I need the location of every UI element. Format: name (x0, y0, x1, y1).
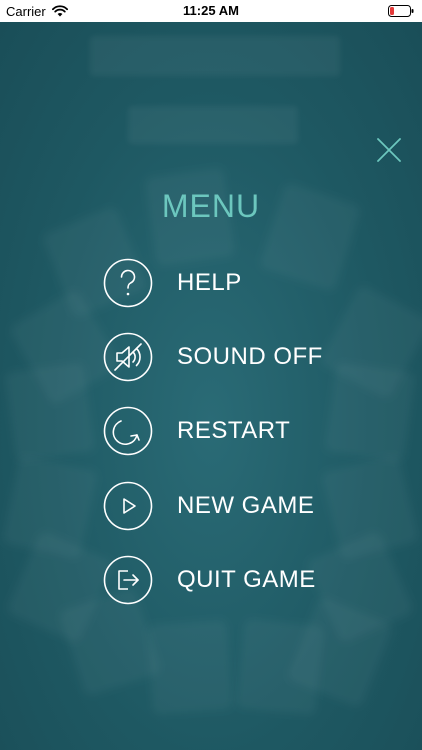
battery-icon (388, 5, 414, 17)
restart-icon (103, 406, 153, 456)
menu-item-sound-off[interactable]: SOUND OFF (103, 331, 323, 383)
menu-item-restart[interactable]: RESTART (103, 405, 290, 457)
menu-title: MENU (161, 188, 261, 224)
menu-label-help: HELP (177, 269, 242, 296)
menu-label-quit-game: QUIT GAME (177, 566, 316, 593)
menu-label-restart: RESTART (177, 417, 291, 444)
close-icon (377, 138, 401, 162)
menu-item-new-game[interactable]: NEW GAME (103, 480, 314, 532)
speaker-muted-icon (103, 332, 153, 382)
play-icon (103, 481, 153, 531)
game-background (0, 22, 422, 750)
menu-label-sound-off: SOUND OFF (177, 343, 323, 370)
menu-item-help[interactable]: HELP (103, 257, 242, 309)
menu-label-new-game: NEW GAME (177, 492, 315, 519)
status-time: 11:25 AM (183, 3, 239, 18)
menu-item-quit-game[interactable]: QUIT GAME (103, 554, 316, 606)
status-bar: Carrier 11:25 AM (0, 0, 422, 22)
quit-icon (103, 555, 153, 605)
question-icon (103, 258, 153, 308)
close-button[interactable] (375, 136, 403, 164)
